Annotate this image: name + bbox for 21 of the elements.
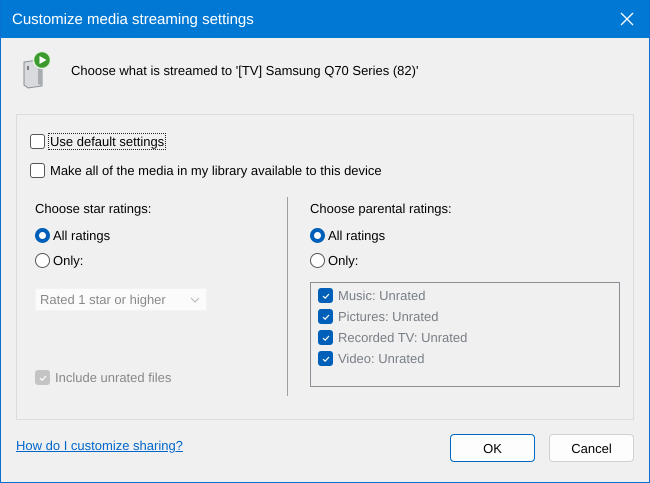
checkbox[interactable] [30,134,45,149]
checkbox[interactable] [30,163,45,178]
help-link[interactable]: How do I customize sharing? [16,438,183,453]
checkbox-label[interactable]: Make all of the media in my library available to this device [48,162,384,179]
radio-button[interactable] [310,253,325,268]
section-heading: Choose parental ratings: [310,201,453,216]
cancel-button[interactable]: Cancel [549,434,634,462]
radio-button[interactable] [35,228,50,243]
radio-button[interactable] [35,253,50,268]
ok-button[interactable]: OK [450,434,535,462]
radio-button[interactable] [310,228,325,243]
radio-label[interactable]: All ratings [328,228,386,243]
checkbox-label[interactable]: Use default settings [48,133,166,150]
radio-label[interactable]: All ratings [53,228,110,243]
device-heading: Choose what is streamed to '[TV] Samsung Q70 Series (82)' [71,62,418,78]
window-title: Customize media streaming settings [12,10,254,28]
caret-icon [190,296,200,302]
close-icon[interactable] [620,12,634,26]
radio-label[interactable]: Only: [53,253,84,268]
radio-label[interactable]: Only: [328,253,358,268]
section-heading: Choose star ratings: [35,201,152,216]
